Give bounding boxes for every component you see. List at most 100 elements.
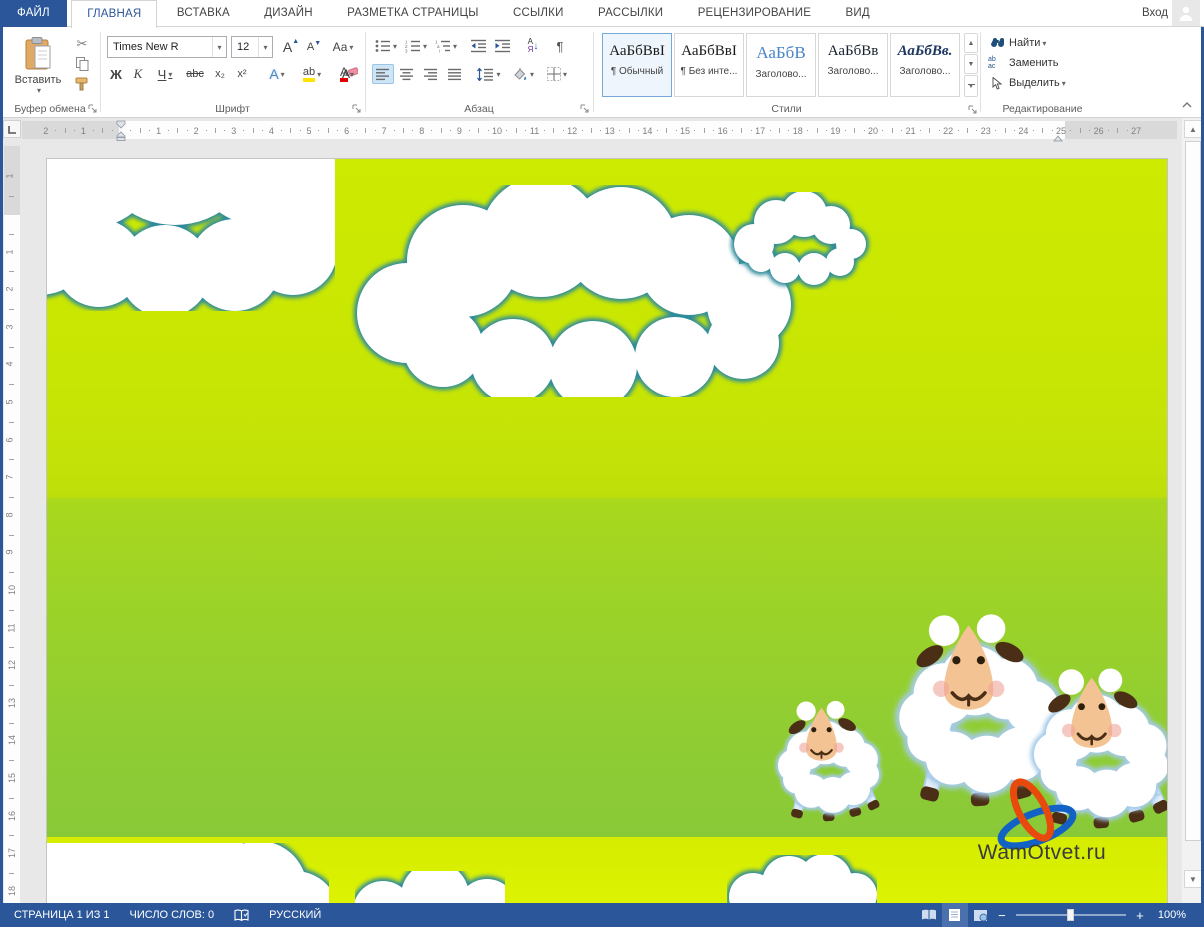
paragraph-dialog-launcher-icon[interactable] — [580, 104, 590, 114]
tab-home[interactable]: ГЛАВНАЯ — [71, 0, 157, 28]
cut-button[interactable]: ✂ — [72, 35, 92, 53]
font-dialog-launcher-icon[interactable] — [352, 104, 362, 114]
account-avatar[interactable] — [1172, 0, 1200, 26]
borders-button[interactable]: ▾ — [542, 64, 572, 84]
print-layout-view-button[interactable] — [942, 903, 968, 927]
line-spacing-button[interactable]: ▾ — [474, 64, 504, 84]
font-name-dropdown-icon: ▾ — [212, 37, 226, 57]
ruler-mark: 12 — [567, 126, 577, 136]
tab-design[interactable]: ДИЗАЙН — [249, 0, 327, 27]
style-heading2[interactable]: АаБбВв Заголово... — [818, 33, 888, 97]
scrollbar-thumb[interactable] — [1185, 141, 1201, 841]
tab-file[interactable]: ФАЙЛ — [0, 0, 67, 27]
decrease-indent-button[interactable] — [468, 36, 490, 56]
document-page[interactable]: WamOtvet.ru — [47, 159, 1167, 903]
ruler-mark: 26 — [1094, 126, 1104, 136]
web-layout-view-button[interactable] — [968, 903, 994, 927]
proofing-status[interactable] — [224, 903, 259, 927]
styles-more-button[interactable]: ▼ — [964, 75, 978, 97]
align-right-button[interactable] — [420, 64, 442, 84]
increase-indent-button[interactable] — [492, 36, 514, 56]
zoom-slider-thumb[interactable] — [1067, 909, 1074, 921]
scroll-up-button[interactable]: ▲ — [1184, 120, 1202, 138]
tab-insert[interactable]: ВСТАВКА — [162, 0, 245, 27]
ruler-mark — [9, 347, 14, 348]
word-count-status[interactable]: ЧИСЛО СЛОВ: 0 — [120, 903, 225, 927]
tab-view[interactable]: ВИД — [831, 0, 885, 27]
bold-button[interactable]: Ж — [106, 64, 126, 84]
align-left-button[interactable] — [372, 64, 394, 84]
paste-button[interactable]: Вставить ▾ — [8, 33, 68, 99]
style-no-spacing[interactable]: АаБбВвI ¶ Без инте... — [674, 33, 744, 97]
right-indent-marker[interactable] — [1053, 129, 1063, 147]
ruler-mark: 27 — [1131, 126, 1141, 136]
change-case-button[interactable]: Аа▾ — [328, 36, 358, 58]
styles-scroll-up-button[interactable]: ▲ — [964, 33, 978, 53]
zoom-out-button[interactable]: − — [994, 908, 1010, 923]
font-color-button[interactable]: А ▾ — [332, 64, 362, 84]
ruler-mark — [290, 128, 291, 133]
multilevel-list-icon: 1ai — [435, 39, 451, 53]
scroll-down-button[interactable]: ▼ — [1184, 870, 1202, 888]
ruler-mark — [328, 128, 329, 133]
ruler-mark — [1117, 128, 1118, 133]
replace-button[interactable]: ab ac Заменить — [988, 54, 1058, 72]
decrease-indent-icon — [471, 39, 487, 53]
show-paragraph-marks-button[interactable]: ¶ — [550, 36, 570, 56]
copy-button[interactable] — [72, 55, 92, 73]
ruler-mark: 7 — [5, 475, 15, 480]
multilevel-list-button[interactable]: 1ai ▾ — [432, 36, 460, 56]
ruler-mark — [929, 128, 930, 133]
styles-dialog-launcher-icon[interactable] — [968, 105, 978, 115]
read-mode-icon — [921, 909, 937, 921]
style-normal[interactable]: АаБбВвI ¶ Обычный — [602, 33, 672, 97]
align-center-button[interactable] — [396, 64, 418, 84]
justify-button[interactable] — [444, 64, 466, 84]
clipboard-icon — [23, 37, 53, 71]
sort-button[interactable]: АЯ ↓ — [520, 36, 546, 56]
find-button[interactable]: Найти ▾ — [988, 34, 1046, 52]
strikethrough-button[interactable]: abc — [182, 64, 208, 84]
styles-scroll-down-button[interactable]: ▼ — [964, 54, 978, 74]
tab-review[interactable]: РЕЦЕНЗИРОВАНИЕ — [683, 0, 826, 27]
ruler-mark: 9 — [457, 126, 462, 136]
grow-font-button[interactable]: А▲ — [280, 36, 302, 58]
tab-mailings[interactable]: РАССЫЛКИ — [583, 0, 678, 27]
tab-stop-selector[interactable] — [3, 120, 21, 138]
numbering-button[interactable]: 123 ▾ — [402, 36, 430, 56]
ruler-mark — [300, 130, 301, 131]
shrink-font-button[interactable]: А▼ — [303, 36, 325, 58]
select-button[interactable]: Выделить ▾ — [988, 74, 1066, 92]
font-size-combo[interactable]: 12 ▾ — [231, 36, 273, 58]
shading-button[interactable]: ▾ — [508, 64, 538, 84]
ruler-mark: 19 — [830, 126, 840, 136]
zoom-level[interactable]: 100% — [1148, 903, 1196, 927]
highlight-color-button[interactable]: ab ▾ — [296, 64, 328, 84]
zoom-slider[interactable] — [1016, 914, 1126, 916]
read-mode-view-button[interactable] — [916, 903, 942, 927]
font-name-combo[interactable]: Times New R ▾ — [107, 36, 227, 58]
ruler-mark — [1014, 130, 1015, 131]
subscript-button[interactable]: x₂ — [210, 64, 230, 84]
tab-references[interactable]: ССЫЛКИ — [498, 0, 579, 27]
style-heading1[interactable]: АаБбВ Заголово... — [746, 33, 816, 97]
bullets-button[interactable]: ▾ — [372, 36, 400, 56]
ruler-mark — [149, 130, 150, 131]
style-heading3[interactable]: АаБбВв. Заголово... — [890, 33, 960, 97]
superscript-button[interactable]: x² — [232, 64, 252, 84]
ruler-mark: 17 — [755, 126, 765, 136]
text-effects-button[interactable]: А▾ — [262, 64, 292, 84]
page-count-status[interactable]: СТРАНИЦА 1 ИЗ 1 — [0, 903, 120, 927]
sign-in-link[interactable]: Вход — [1142, 0, 1168, 27]
clipboard-dialog-launcher-icon[interactable] — [88, 104, 98, 114]
ruler-mark — [9, 572, 14, 573]
language-status[interactable]: РУССКИЙ — [259, 903, 331, 927]
collapse-ribbon-button[interactable] — [1178, 97, 1196, 113]
zoom-in-button[interactable]: + — [1132, 908, 1148, 923]
format-painter-button[interactable] — [72, 75, 92, 93]
ruler-mark: 7 — [382, 126, 387, 136]
indent-markers[interactable] — [116, 120, 126, 141]
underline-button[interactable]: Ч▾ — [150, 64, 180, 84]
tab-page-layout[interactable]: РАЗМЕТКА СТРАНИЦЫ — [332, 0, 493, 27]
italic-button[interactable]: К — [128, 64, 148, 84]
